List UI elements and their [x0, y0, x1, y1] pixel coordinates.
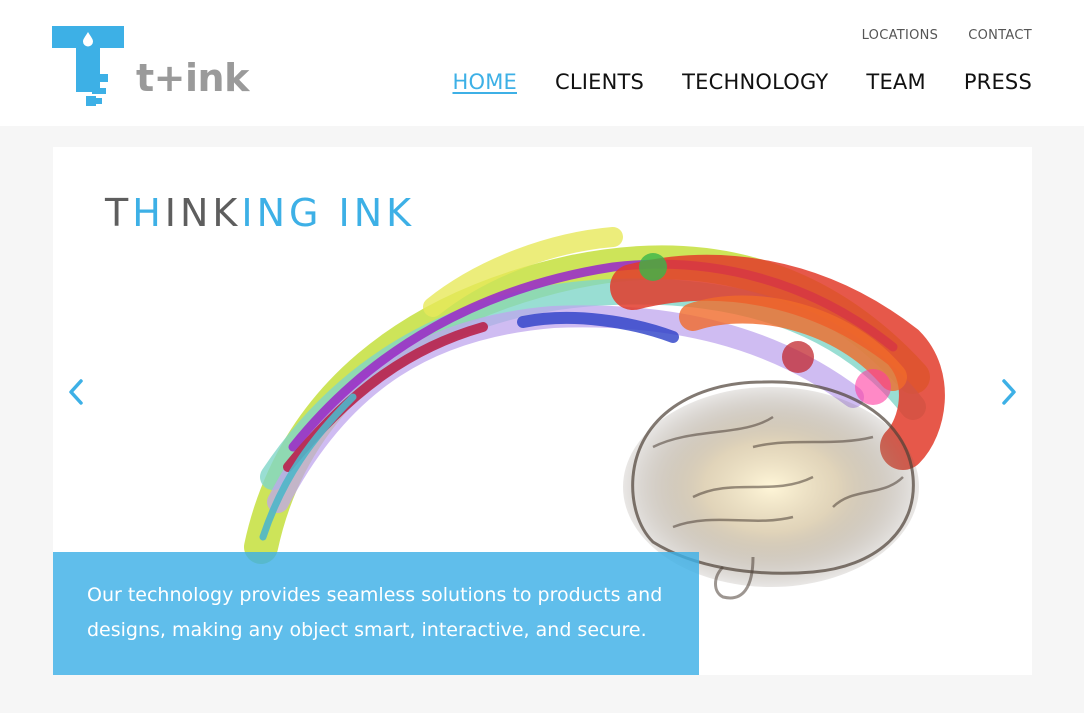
- chevron-left-icon: [69, 379, 83, 405]
- hero-headline: THINKING INK: [105, 191, 415, 235]
- nav-team[interactable]: TEAM: [866, 70, 925, 94]
- headline-part: T: [105, 191, 133, 235]
- logo[interactable]: t+ink: [52, 26, 249, 106]
- nav-press[interactable]: PRESS: [964, 70, 1032, 94]
- utility-nav: LOCATIONS CONTACT: [862, 28, 1032, 43]
- hero-caption-box: Our technology provides seamless solutio…: [53, 552, 699, 675]
- chevron-right-icon: [1002, 379, 1016, 405]
- slider-next-button[interactable]: [994, 372, 1024, 412]
- site-header: t+ink LOCATIONS CONTACT HOME CLIENTS TEC…: [0, 0, 1084, 126]
- nav-locations[interactable]: LOCATIONS: [862, 28, 939, 43]
- hero-caption-text: Our technology provides seamless solutio…: [87, 584, 663, 641]
- main-nav: HOME CLIENTS TECHNOLOGY TEAM PRESS: [452, 70, 1032, 94]
- slider-prev-button[interactable]: [61, 372, 91, 412]
- hero-slider: THINKING INK Our technology provides sea…: [53, 147, 1032, 675]
- headline-part: INK: [164, 191, 242, 235]
- nav-clients[interactable]: CLIENTS: [555, 70, 644, 94]
- nav-contact[interactable]: CONTACT: [968, 28, 1032, 43]
- nav-technology[interactable]: TECHNOLOGY: [682, 70, 828, 94]
- headline-part: H: [132, 191, 165, 235]
- logo-mark-icon: [52, 26, 124, 106]
- nav-home[interactable]: HOME: [452, 70, 517, 94]
- headline-part: ING INK: [241, 191, 416, 235]
- logo-wordmark: t+ink: [136, 56, 249, 100]
